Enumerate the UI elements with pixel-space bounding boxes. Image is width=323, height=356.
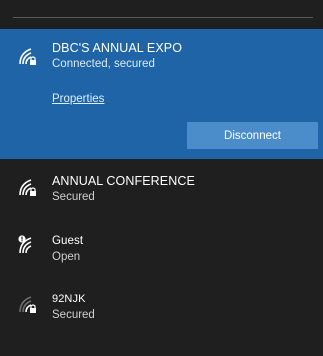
wifi-secured-icon xyxy=(19,48,36,65)
network-name: Guest xyxy=(52,235,84,247)
wifi-open-warning-icon xyxy=(18,235,32,254)
disconnect-button[interactable]: Disconnect xyxy=(187,122,318,149)
flyout-top xyxy=(0,0,323,28)
wifi-weak-icon xyxy=(19,296,36,313)
properties-link[interactable]: Properties xyxy=(52,93,104,105)
network-name: 92NJK xyxy=(52,293,86,305)
network-item-annual-conference[interactable]: ANNUAL CONFERENCE Secured xyxy=(0,168,323,218)
wifi-secured-icon xyxy=(19,179,36,196)
network-item-dbcs-annual-expo[interactable]: DBC'S ANNUAL EXPO Connected, secured Pro… xyxy=(0,29,323,159)
network-status: Connected, secured xyxy=(52,58,155,70)
network-status: Secured xyxy=(52,191,95,203)
network-item-92njk[interactable]: 92NJK Secured xyxy=(0,283,323,328)
network-name: DBC'S ANNUAL EXPO xyxy=(52,41,183,55)
network-name: ANNUAL CONFERENCE xyxy=(52,174,195,188)
network-item-guest[interactable]: Guest Open xyxy=(0,225,323,270)
network-status: Open xyxy=(52,251,81,263)
wifi-flyout: DBC'S ANNUAL EXPO Connected, secured Pro… xyxy=(0,0,323,356)
network-status: Secured xyxy=(52,309,95,321)
divider xyxy=(13,17,313,18)
